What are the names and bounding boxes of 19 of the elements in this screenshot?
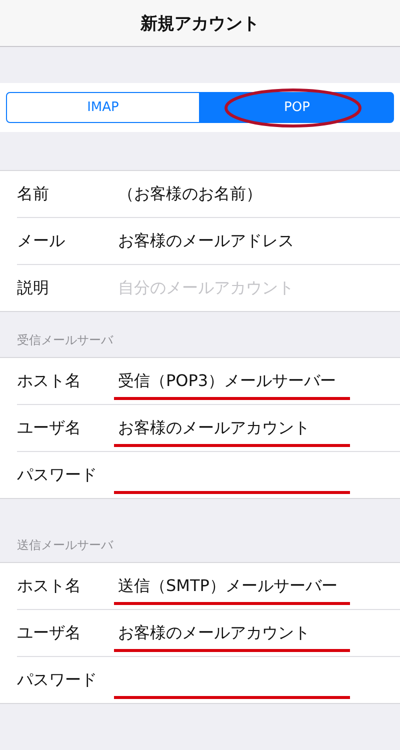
field-label: ホスト名	[17, 370, 82, 392]
section-header: 受信メールサーバ	[16, 332, 114, 349]
field-label: 説明	[17, 278, 50, 298]
segment-tab[interactable]: IMAP	[6, 92, 200, 123]
field-value[interactable]: お客様のメールアカウント	[118, 418, 310, 438]
field-label: ユーザ名	[17, 418, 82, 438]
field-value[interactable]: 送信（SMTP）メールサーバー	[118, 576, 338, 596]
field-label: ユーザ名	[17, 622, 82, 644]
field-label: 名前	[17, 184, 50, 204]
field-value[interactable]: 受信（POP3）メールサーバー	[118, 370, 336, 392]
field-label: メール	[17, 230, 66, 252]
field-label: ホスト名	[17, 576, 82, 596]
field-label: パスワード	[17, 464, 98, 486]
field-value[interactable]: お客様のメールアドレス	[118, 230, 294, 252]
field-label: パスワード	[17, 670, 98, 690]
section-header: 送信メールサーバ	[16, 537, 114, 554]
nav-title: 新規アカウント	[140, 12, 260, 34]
field-value[interactable]: お客様のメールアカウント	[118, 622, 310, 644]
field-value[interactable]: （お客様のお名前）	[118, 184, 262, 204]
